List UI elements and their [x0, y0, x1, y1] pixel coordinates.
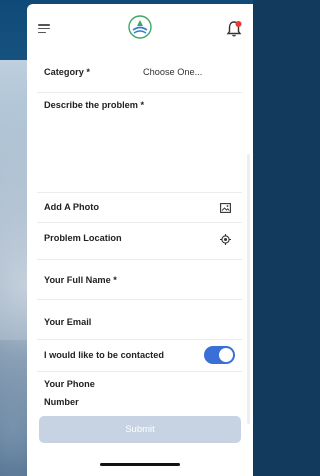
- image-icon[interactable]: [220, 203, 231, 213]
- phone-label-line1: Your Phone: [44, 379, 95, 389]
- email-field[interactable]: Your Email: [37, 299, 242, 340]
- describe-label: Describe the problem *: [44, 100, 145, 110]
- full-name-field[interactable]: Your Full Name *: [37, 259, 242, 300]
- report-panel: Category * Choose One... Describe the pr…: [27, 4, 253, 476]
- problem-location-row[interactable]: Problem Location: [37, 222, 242, 260]
- category-select[interactable]: Category * Choose One...: [37, 62, 242, 93]
- category-value: Choose One...: [143, 67, 203, 77]
- contact-label: I would like to be contacted: [44, 350, 164, 360]
- category-label: Category *: [44, 67, 90, 77]
- location-target-icon[interactable]: [220, 234, 231, 245]
- notification-bell-icon[interactable]: [226, 20, 242, 38]
- submit-button[interactable]: Submit: [39, 416, 241, 443]
- photo-label: Add A Photo: [44, 202, 99, 212]
- hamburger-menu-icon[interactable]: [38, 24, 50, 34]
- name-label: Your Full Name *: [44, 275, 117, 285]
- email-label: Your Email: [44, 317, 92, 327]
- contact-toggle[interactable]: [204, 346, 235, 364]
- app-logo: [128, 15, 152, 39]
- add-photo-row[interactable]: Add A Photo: [37, 192, 242, 223]
- location-label: Problem Location: [44, 233, 122, 243]
- background-highlight: [0, 60, 30, 340]
- phone-field[interactable]: Your Phone Number: [37, 371, 242, 411]
- home-indicator: [100, 463, 180, 466]
- phone-label-line2: Number: [44, 397, 79, 407]
- scrollbar[interactable]: [247, 154, 250, 424]
- app-header: [27, 4, 253, 52]
- toggle-knob: [219, 348, 233, 362]
- describe-problem-field[interactable]: Describe the problem *: [37, 92, 242, 193]
